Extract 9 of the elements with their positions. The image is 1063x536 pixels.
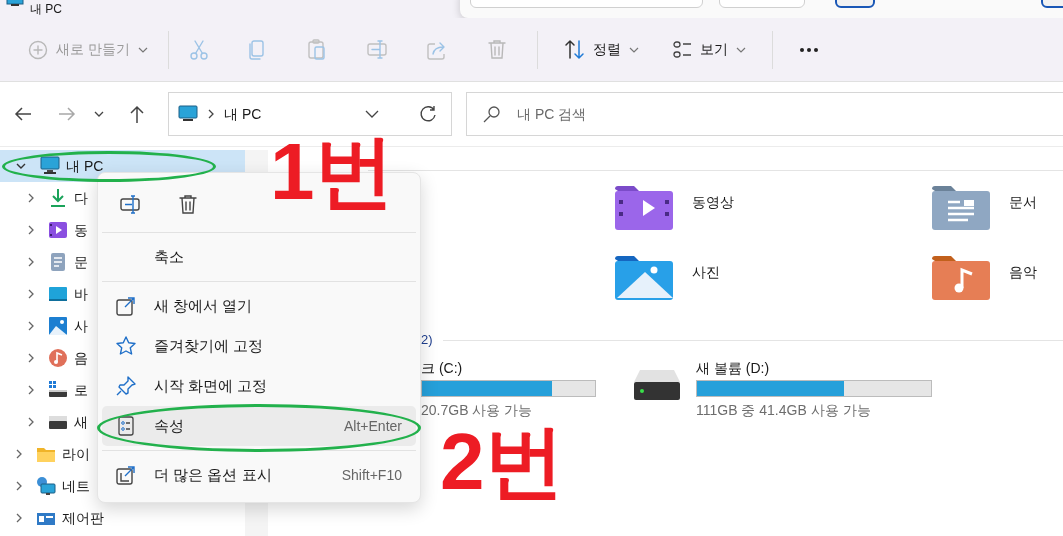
drive-label: 크 (C:)	[421, 359, 464, 378]
free-space-text: 20.7GB 사용 가능	[421, 401, 534, 420]
shortcut-text: Alt+Enter	[344, 416, 402, 436]
free-space-text: 111GB 중 41.4GB 사용 가능	[696, 401, 872, 420]
shortcut-text: Shift+F10	[341, 465, 402, 485]
window-title: 내 PC	[30, 1, 62, 17]
address-path: 내 PC	[224, 104, 263, 124]
annotation-label: 2번	[440, 422, 565, 502]
drive-label: 새 볼륨 (D:)	[696, 359, 771, 378]
